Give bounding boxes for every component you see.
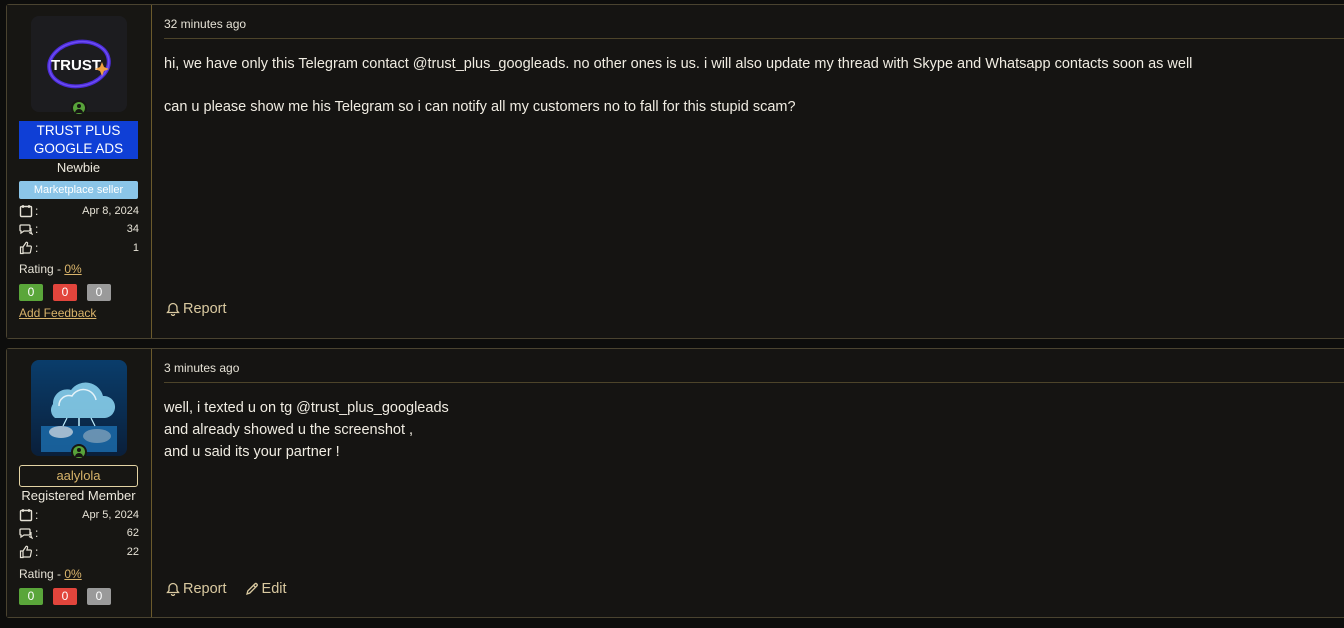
thumbs-up-icon: : (19, 241, 38, 255)
messages-icon: : (19, 526, 38, 540)
stat-reactions: : 22 (19, 543, 139, 561)
post-message-cell: 3 minutes ago well, i texted u on tg @tr… (152, 349, 1344, 617)
rating-label: Rating - (19, 567, 65, 581)
positive-feedback-count[interactable]: 0 (19, 588, 43, 605)
edit-button[interactable]: Edit (245, 581, 287, 597)
message-line: hi, we have only this Telegram contact @… (164, 56, 1193, 72)
messages-count: 34 (126, 223, 139, 235)
avatar[interactable]: TRUST (31, 16, 127, 112)
messages-count: 62 (126, 527, 139, 539)
message-line: and already showed u the screenshot , (164, 422, 414, 438)
stat-messages: : 34 (19, 220, 139, 238)
stat-messages: : 62 (19, 524, 139, 542)
stat-joined: : Apr 8, 2024 (19, 202, 139, 220)
marketplace-seller-badge: Marketplace seller (19, 181, 138, 199)
report-button[interactable]: Report (166, 301, 227, 317)
online-user-icon (71, 444, 87, 460)
neutral-feedback-count[interactable]: 0 (87, 284, 111, 301)
user-title: Registered Member (21, 488, 136, 503)
positive-feedback-count[interactable]: 0 (19, 284, 43, 301)
calendar-icon: : (19, 508, 38, 522)
rating-value-link[interactable]: 0% (64, 567, 81, 581)
post-body: hi, we have only this Telegram contact @… (164, 53, 1192, 118)
post-user-cell: aalylola Registered Member : Apr 5, 2024… (7, 349, 152, 617)
divider (164, 38, 1344, 39)
reactions-count: 22 (126, 546, 139, 558)
feedback-counts: 0 0 0 (19, 588, 111, 605)
bell-icon (166, 302, 180, 316)
message-line: can u please show me his Telegram so i c… (164, 99, 796, 115)
avatar[interactable] (31, 360, 127, 456)
calendar-icon: : (19, 204, 38, 218)
joined-date: Apr 8, 2024 (82, 205, 139, 217)
post-time[interactable]: 32 minutes ago (164, 17, 246, 31)
post-body: well, i texted u on tg @trust_plus_googl… (164, 397, 449, 463)
post-user-cell: TRUST TRUST PLUS GOOGLE ADS Newbie Marke… (7, 5, 152, 338)
report-button[interactable]: Report (166, 581, 227, 597)
rating-label: Rating - (19, 262, 65, 276)
negative-feedback-count[interactable]: 0 (53, 284, 77, 301)
username[interactable]: TRUST PLUS GOOGLE ADS (19, 121, 138, 159)
post: TRUST TRUST PLUS GOOGLE ADS Newbie Marke… (6, 4, 1344, 339)
stat-joined: : Apr 5, 2024 (19, 506, 139, 524)
messages-icon: : (19, 222, 38, 236)
add-feedback-link[interactable]: Add Feedback (19, 306, 96, 320)
message-line: well, i texted u on tg @trust_plus_googl… (164, 400, 449, 416)
post-actions: Report Edit (166, 581, 287, 597)
report-label: Report (183, 581, 227, 597)
report-label: Report (183, 301, 227, 317)
edit-label: Edit (261, 581, 287, 597)
reactions-count: 1 (132, 242, 139, 254)
rating: Rating - 0% (19, 262, 82, 276)
message-line: and u said its your partner ! (164, 444, 340, 460)
pencil-icon (245, 582, 259, 596)
post-time[interactable]: 3 minutes ago (164, 361, 239, 375)
bell-icon (166, 582, 180, 596)
online-user-icon (71, 100, 87, 116)
post-actions: Report (166, 301, 227, 317)
joined-date: Apr 5, 2024 (82, 509, 139, 521)
stat-reactions: : 1 (19, 239, 139, 257)
feedback-counts: 0 0 0 (19, 284, 111, 301)
username[interactable]: aalylola (19, 465, 138, 487)
rating: Rating - 0% (19, 567, 82, 581)
negative-feedback-count[interactable]: 0 (53, 588, 77, 605)
user-title: Newbie (56, 160, 101, 175)
rating-value-link[interactable]: 0% (64, 262, 81, 276)
thumbs-up-icon: : (19, 545, 38, 559)
post-message-cell: 32 minutes ago hi, we have only this Tel… (152, 5, 1344, 338)
divider (164, 382, 1344, 383)
avatar-logo-text: TRUST (51, 57, 101, 74)
neutral-feedback-count[interactable]: 0 (87, 588, 111, 605)
post: aalylola Registered Member : Apr 5, 2024… (6, 348, 1344, 618)
